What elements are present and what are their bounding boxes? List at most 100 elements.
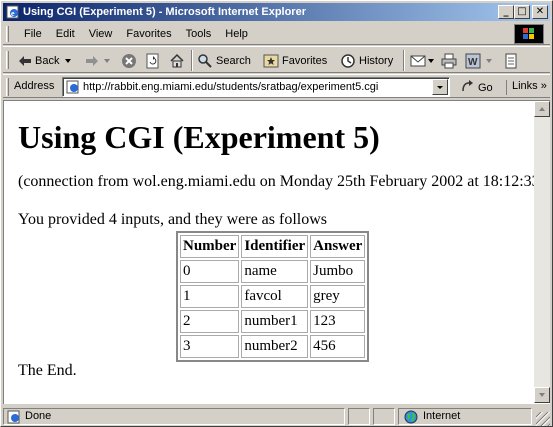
address-url: http://rabbit.eng.miami.edu/students/sra…: [83, 81, 379, 93]
history-icon: [340, 53, 356, 69]
forward-button[interactable]: [85, 51, 110, 70]
cell-identifier: name: [241, 260, 309, 283]
home-button[interactable]: [169, 51, 185, 70]
cell-answer: grey: [310, 285, 366, 308]
word-edit-icon: W: [465, 53, 481, 69]
refresh-icon: [145, 53, 161, 69]
inputs-intro: You provided 4 inputs, and they were as …: [18, 211, 328, 228]
history-label: History: [359, 54, 394, 67]
table-row: 3 number2 456: [180, 335, 366, 358]
window-title: Using CGI (Experiment 5) - Microsoft Int…: [23, 6, 306, 18]
links-toolbar[interactable]: Links »: [506, 80, 547, 95]
cell-identifier: number1: [241, 310, 309, 333]
scroll-down-button[interactable]: [534, 387, 550, 403]
toolbar-grip[interactable]: [6, 26, 9, 42]
cell-answer: Jumbo: [310, 260, 366, 283]
go-label: Go: [478, 81, 493, 94]
address-bar: Address http://rabbit.eng.miami.edu/stud…: [3, 74, 550, 98]
menu-favorites[interactable]: Favorites: [119, 27, 178, 41]
windows-logo-icon: [514, 24, 544, 44]
address-dropdown-button[interactable]: [432, 79, 448, 95]
toolbar-separator: [403, 50, 405, 71]
column-header-identifier: Identifier: [241, 235, 309, 258]
menu-tools[interactable]: Tools: [179, 27, 219, 41]
cell-identifier: favcol: [241, 285, 309, 308]
cell-identifier: number2: [241, 335, 309, 358]
search-button[interactable]: Search: [197, 51, 251, 70]
notepad-icon: [503, 53, 519, 69]
status-text: Done: [25, 410, 52, 422]
globe-icon: [404, 410, 418, 427]
content-area: Using CGI (Experiment 5) (connection fro…: [3, 100, 550, 404]
discuss-button[interactable]: [503, 51, 519, 70]
stop-button[interactable]: [121, 51, 137, 70]
ie-page-icon: e: [6, 5, 20, 19]
inputs-table: Number Identifier Answer 0 name Jumbo 1 …: [176, 231, 370, 362]
web-page: Using CGI (Experiment 5) (connection fro…: [4, 101, 534, 403]
toolbar-grip[interactable]: [6, 51, 9, 69]
address-label: Address: [14, 80, 55, 92]
ie-page-icon: [66, 80, 80, 97]
vertical-scrollbar[interactable]: [534, 101, 550, 403]
page-heading: Using CGI (Experiment 5): [18, 119, 380, 155]
back-button[interactable]: Back: [18, 51, 72, 70]
chevron-down-icon[interactable]: [65, 58, 72, 63]
cell-answer: 123: [310, 310, 366, 333]
favorites-button[interactable]: Favorites: [263, 51, 327, 70]
favorites-label: Favorites: [282, 54, 328, 67]
security-zone-pane[interactable]: Internet: [398, 408, 532, 425]
column-header-number: Number: [180, 235, 240, 258]
go-arrow-icon: [461, 79, 475, 96]
print-button[interactable]: [441, 51, 457, 70]
edit-button[interactable]: W: [465, 51, 492, 70]
browser-window: e Using CGI (Experiment 5) - Microsoft I…: [0, 0, 553, 427]
refresh-button[interactable]: [145, 51, 161, 70]
cell-number: 3: [180, 335, 240, 358]
search-label: Search: [216, 54, 251, 67]
resize-grip[interactable]: [536, 412, 550, 426]
standard-toolbar: Back Search Favorites History W: [3, 46, 550, 73]
status-pane: [348, 408, 370, 425]
end-text: The End.: [18, 362, 77, 379]
table-row: 2 number1 123: [180, 310, 366, 333]
cell-answer: 456: [310, 335, 366, 358]
cell-number: 1: [180, 285, 240, 308]
ie-page-icon: [7, 410, 21, 427]
menu-file[interactable]: File: [17, 27, 49, 41]
mail-button[interactable]: [410, 51, 434, 70]
table-row: 0 name Jumbo: [180, 260, 366, 283]
favorites-star-icon: [263, 53, 279, 69]
maximize-button[interactable]: □: [514, 5, 530, 19]
close-button[interactable]: ✕: [532, 5, 548, 19]
toolbar-separator: [191, 50, 193, 71]
back-label: Back: [35, 54, 60, 67]
toolbar-grip[interactable]: [6, 78, 9, 96]
zone-label: Internet: [423, 410, 461, 422]
forward-arrow-icon: [85, 55, 99, 67]
chevron-down-icon[interactable]: [486, 58, 492, 63]
status-main-pane: Done: [3, 408, 345, 425]
home-icon: [169, 53, 185, 69]
history-button[interactable]: History: [340, 51, 393, 70]
svg-text:W: W: [468, 57, 478, 68]
menu-help[interactable]: Help: [218, 27, 255, 41]
status-bar: Done Internet: [3, 406, 550, 426]
chevron-down-icon[interactable]: [428, 58, 434, 63]
connection-info: (connection from wol.eng.miami.edu on Mo…: [18, 173, 534, 190]
address-input[interactable]: http://rabbit.eng.miami.edu/students/sra…: [62, 77, 450, 97]
scroll-up-button[interactable]: [534, 101, 550, 117]
cell-number: 0: [180, 260, 240, 283]
title-bar[interactable]: e Using CGI (Experiment 5) - Microsoft I…: [3, 3, 550, 21]
svg-text:e: e: [11, 9, 15, 18]
minimize-button[interactable]: _: [498, 5, 514, 19]
menu-view[interactable]: View: [82, 27, 120, 41]
back-arrow-icon: [18, 55, 32, 67]
printer-icon: [441, 53, 457, 69]
menu-edit[interactable]: Edit: [49, 27, 82, 41]
status-pane: [373, 408, 395, 425]
search-icon: [197, 53, 213, 69]
go-button[interactable]: Go: [461, 79, 493, 96]
table-header-row: Number Identifier Answer: [180, 235, 366, 258]
chevron-down-icon[interactable]: [104, 58, 110, 63]
column-header-answer: Answer: [310, 235, 366, 258]
